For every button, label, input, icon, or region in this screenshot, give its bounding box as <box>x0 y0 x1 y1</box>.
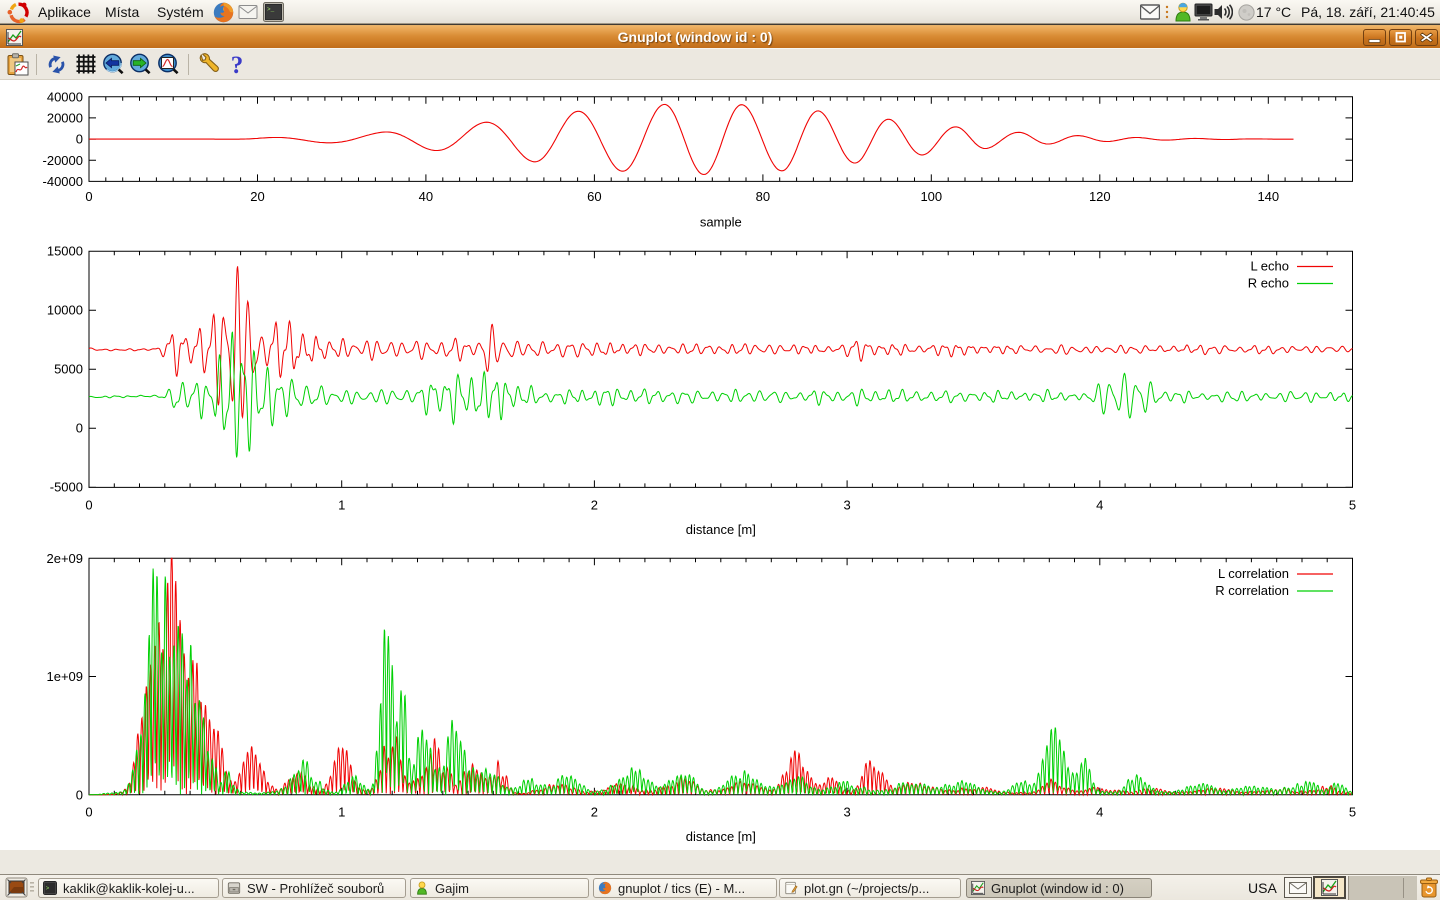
svg-text:20000: 20000 <box>47 110 83 125</box>
svg-text:2: 2 <box>591 498 598 513</box>
svg-text:0: 0 <box>76 787 83 802</box>
svg-text:140: 140 <box>1257 189 1279 204</box>
svg-text:5000: 5000 <box>54 362 83 377</box>
svg-text:40: 40 <box>419 189 433 204</box>
svg-text:15000: 15000 <box>47 244 83 259</box>
svg-text:80: 80 <box>756 189 770 204</box>
svg-text:-20000: -20000 <box>43 153 83 168</box>
svg-text:1: 1 <box>338 498 345 513</box>
svg-text:40000: 40000 <box>47 89 83 104</box>
svg-text:L echo: L echo <box>1250 259 1289 274</box>
svg-text:3: 3 <box>843 498 850 513</box>
svg-text:3: 3 <box>843 805 850 820</box>
svg-text:0: 0 <box>85 805 92 820</box>
svg-text:0: 0 <box>76 132 83 147</box>
svg-text:20: 20 <box>250 189 264 204</box>
svg-text:4: 4 <box>1096 498 1103 513</box>
svg-text:-40000: -40000 <box>43 174 83 189</box>
svg-text:5: 5 <box>1349 498 1356 513</box>
svg-text:L correlation: L correlation <box>1218 566 1289 581</box>
svg-text:distance [m]: distance [m] <box>686 829 756 844</box>
svg-text:-5000: -5000 <box>50 480 83 495</box>
svg-text:100: 100 <box>920 189 942 204</box>
svg-text:4: 4 <box>1096 805 1103 820</box>
svg-text:10000: 10000 <box>47 303 83 318</box>
svg-text:distance [m]: distance [m] <box>686 522 756 537</box>
svg-text:>: > <box>46 885 50 892</box>
svg-text:R echo: R echo <box>1248 276 1289 291</box>
svg-text:2e+09: 2e+09 <box>46 551 83 566</box>
svg-text:R correlation: R correlation <box>1215 583 1289 598</box>
svg-text:2: 2 <box>591 805 598 820</box>
svg-text:0: 0 <box>85 189 92 204</box>
svg-text:?: ? <box>231 53 244 77</box>
svg-text:1e+09: 1e+09 <box>46 669 83 684</box>
svg-text:120: 120 <box>1089 189 1111 204</box>
svg-text:60: 60 <box>587 189 601 204</box>
svg-text:sample: sample <box>700 215 742 230</box>
svg-text:0: 0 <box>76 421 83 436</box>
svg-text:0: 0 <box>85 498 92 513</box>
svg-text:>_: >_ <box>267 6 275 13</box>
svg-text:5: 5 <box>1349 805 1356 820</box>
svg-text:1: 1 <box>338 805 345 820</box>
